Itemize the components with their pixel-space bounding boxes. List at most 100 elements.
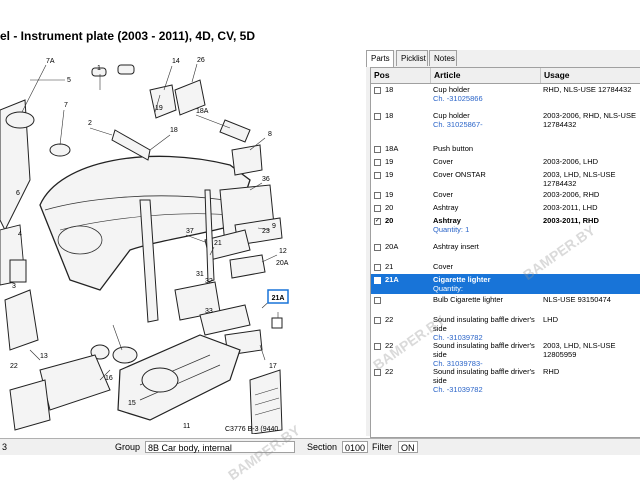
callout-8[interactable]: 8: [268, 131, 272, 138]
row-checkbox[interactable]: [374, 159, 381, 166]
status-filter-label: Filter: [372, 442, 392, 452]
row-checkbox[interactable]: [374, 343, 381, 350]
row-checkbox[interactable]: [374, 369, 381, 376]
callout-17[interactable]: 17: [269, 363, 277, 370]
callout-36[interactable]: 36: [262, 176, 270, 183]
row-checkbox[interactable]: [374, 146, 381, 153]
col-header-article[interactable]: Article: [431, 68, 541, 83]
row-usage: 2003-2006, LHD: [543, 157, 599, 166]
row-checkbox[interactable]: [374, 113, 381, 120]
row-article: Sound insulating baffle driver's side Ch.…: [433, 367, 537, 394]
callout-4[interactable]: 4: [18, 231, 22, 238]
tab-picklist[interactable]: Picklist: [396, 50, 428, 66]
status-section-field[interactable]: 0100: [342, 441, 368, 453]
callout-19[interactable]: 19: [155, 105, 163, 112]
callout-31[interactable]: 31: [196, 271, 204, 278]
table-row[interactable]: 19 Cover ONSTAR 2003, LHD, NLS-USE 1278443…: [371, 169, 640, 189]
callout-33[interactable]: 33: [205, 308, 213, 315]
callout-7[interactable]: 7: [64, 102, 68, 109]
table-row[interactable]: 18A Push button: [371, 143, 640, 156]
row-checkbox[interactable]: ✓: [374, 277, 381, 284]
row-article-name: Bulb Cigarette lighter: [433, 295, 504, 304]
callout-11[interactable]: 11: [183, 423, 190, 430]
row-article: Ashtray: [433, 203, 537, 212]
callout-7a[interactable]: 7A: [46, 58, 55, 65]
table-row[interactable]: Bulb Cigarette lighter NLS-USE 93150474: [371, 294, 640, 314]
tab-notes[interactable]: Notes: [429, 50, 457, 66]
table-row[interactable]: 21 Cover: [371, 261, 640, 274]
status-filter-field[interactable]: ON: [398, 441, 418, 453]
callout-16[interactable]: 16: [105, 375, 113, 382]
table-row[interactable]: 18 Cup holder Ch. -31025866 RHD, NLS-USE 12…: [371, 84, 640, 110]
row-article: Cup holder Ch. 31025867-: [433, 111, 537, 129]
tab-parts[interactable]: Parts: [366, 50, 394, 67]
col-header-usage[interactable]: Usage: [541, 68, 640, 83]
row-article-name: Ashtray: [433, 203, 459, 212]
row-usage: RHD, NLS-USE 12784432: [543, 85, 632, 94]
row-article: Sound insulating baffle driver's side Ch.…: [433, 341, 537, 368]
table-row[interactable]: 22 Sound insulating baffle driver's side C…: [371, 314, 640, 342]
callout-6[interactable]: 6: [16, 190, 20, 197]
col-header-pos[interactable]: Pos: [371, 68, 431, 83]
row-checkbox[interactable]: [374, 317, 381, 324]
row-pos: 19: [385, 157, 394, 166]
row-checkbox[interactable]: [374, 172, 381, 179]
callout-26[interactable]: 26: [197, 57, 205, 64]
row-pos: 18A: [385, 144, 399, 153]
row-article: Ashtray Quantity: 1: [433, 216, 537, 234]
callout-21[interactable]: 21: [214, 240, 222, 247]
table-row[interactable]: 22 Sound insulating baffle driver's side C…: [371, 340, 640, 368]
callout-18a[interactable]: 18A: [196, 108, 209, 115]
row-checkbox[interactable]: ✓: [374, 218, 381, 225]
table-row[interactable]: 20 Ashtray 2003-2011, LHD: [371, 202, 640, 215]
callout-20a[interactable]: 20A: [276, 260, 289, 267]
row-article-name: Cup holder: [433, 85, 470, 94]
row-checkbox[interactable]: [374, 205, 381, 212]
table-row[interactable]: ✓ 20 Ashtray Quantity: 1 2003-2011, RHD: [371, 215, 640, 241]
row-usage: LHD: [543, 315, 559, 324]
callout-9[interactable]: 9: [272, 223, 276, 230]
exploded-parts-diagram[interactable]: 7A5114 2672191818A836694 23372112313220A33…: [0, 50, 364, 434]
callout-37[interactable]: 37: [186, 228, 194, 235]
row-article-name: Cover ONSTAR: [433, 170, 486, 179]
callout-15[interactable]: 15: [128, 400, 136, 407]
callout-1[interactable]: 1: [97, 65, 101, 72]
callout-22[interactable]: 22: [10, 363, 18, 370]
status-group-field[interactable]: 8B Car body, internal: [145, 441, 295, 453]
table-row[interactable]: 19 Cover 2003-2006, RHD: [371, 189, 640, 202]
status-bar: 3 Group 8B Car body, internal Section 01…: [0, 438, 640, 455]
parts-pane: Parts Picklist Notes Pos Article Usage 1…: [366, 50, 640, 438]
callout-14[interactable]: 14: [172, 58, 180, 65]
floor-console-shape: [117, 334, 241, 421]
highlighted-callout-box: 21A: [267, 289, 289, 304]
row-article-sub: Ch. -31039782: [433, 385, 483, 394]
row-checkbox[interactable]: [374, 192, 381, 199]
window-title: el - Instrument plate (2003 - 2011), 4D,…: [0, 29, 255, 43]
row-pos: 20: [385, 216, 394, 225]
callout-32[interactable]: 32: [205, 278, 213, 285]
diagram-pane[interactable]: 7A 5 1 14 26 7 2 19 18 18A 8 36 6 9 4 23 37 21 12 31 32 20A 33…: [0, 50, 364, 434]
callout-13[interactable]: 13: [40, 353, 48, 360]
row-checkbox[interactable]: [374, 264, 381, 271]
table-row[interactable]: 22 Sound insulating baffle driver's side C…: [371, 366, 640, 394]
table-row[interactable]: ✓ 21A Cigarette lighter Quantity:: [371, 274, 640, 294]
row-checkbox[interactable]: [374, 87, 381, 94]
row-checkbox[interactable]: [374, 297, 381, 304]
callout-18[interactable]: 18: [170, 127, 178, 134]
table-row[interactable]: 18 Cup holder Ch. 31025867- 2003-2006, RHD,…: [371, 110, 640, 143]
callout-12[interactable]: 12: [279, 248, 287, 255]
callout-2[interactable]: 2: [88, 120, 92, 127]
row-article-sub: Ch. -31025866: [433, 94, 483, 103]
row-article-sub: Quantity: 1: [433, 225, 470, 234]
table-row[interactable]: 19 Cover 2003-2006, LHD: [371, 156, 640, 169]
callout-5[interactable]: 5: [67, 77, 71, 84]
callout-23[interactable]: 23: [262, 228, 270, 235]
parts-table: Pos Article Usage 18 Cup holder Ch. -31025…: [370, 67, 640, 438]
callout-3[interactable]: 3: [12, 283, 16, 290]
row-checkbox[interactable]: [374, 244, 381, 251]
row-pos: 19: [385, 170, 394, 179]
row-article: Cover ONSTAR: [433, 170, 537, 179]
row-usage: 2003-2011, RHD: [543, 216, 599, 225]
table-row[interactable]: 20A Ashtray insert: [371, 241, 640, 261]
row-article-name: Ashtray insert: [433, 242, 479, 251]
